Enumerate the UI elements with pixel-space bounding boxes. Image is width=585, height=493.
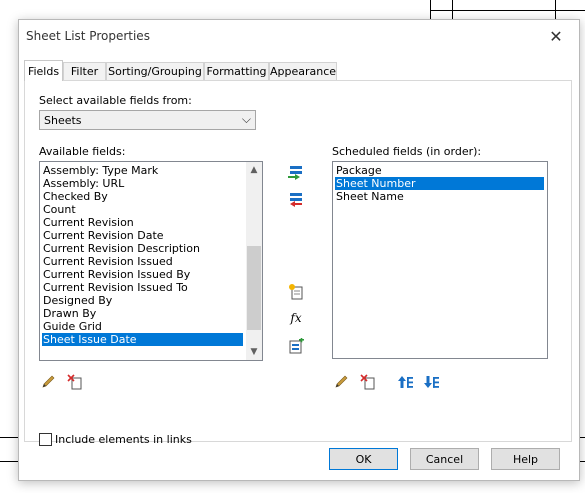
scheduled-fields-list[interactable]: Package Sheet Number Sheet Name <box>332 161 548 359</box>
tab-appearance[interactable]: Appearance <box>269 62 337 80</box>
new-parameter-icon <box>289 284 303 300</box>
calculated-value-icon: fx <box>290 311 302 325</box>
move-down-icon <box>424 376 439 388</box>
delete-parameter-button[interactable] <box>66 373 84 391</box>
fields-tab-panel: Select available fields from: Sheets ⌵ A… <box>24 80 572 446</box>
background-line <box>430 10 585 11</box>
remove-parameter-button[interactable] <box>286 191 304 209</box>
list-item[interactable]: Assembly: Type Mark <box>42 164 158 177</box>
available-fields-list[interactable]: Assembly: Type Mark Assembly: URL Checke… <box>39 161 263 361</box>
list-item[interactable]: Checked By <box>42 190 108 203</box>
list-item[interactable]: Count <box>42 203 76 216</box>
combine-parameters-icon <box>289 338 304 354</box>
calculated-value-button[interactable]: fx <box>287 309 305 327</box>
list-item[interactable]: Current Revision Issued <box>42 255 173 268</box>
sheet-list-properties-dialog: Sheet List Properties ✕ Fields Filter So… <box>18 19 580 481</box>
list-item[interactable]: Assembly: URL <box>42 177 124 190</box>
list-item[interactable]: Package <box>335 164 382 177</box>
move-up-button[interactable] <box>397 373 415 391</box>
list-item[interactable]: Guide Grid <box>42 320 102 333</box>
list-item[interactable]: Current Revision Issued To <box>42 281 188 294</box>
list-item[interactable]: Current Revision Description <box>42 242 200 255</box>
scroll-down-icon[interactable]: ▼ <box>246 344 262 360</box>
window-title: Sheet List Properties <box>26 29 150 43</box>
list-item-selected[interactable]: Sheet Number <box>335 177 544 190</box>
background-line <box>0 461 20 462</box>
edit-scheduled-parameter-button[interactable] <box>332 373 350 391</box>
tab-filter[interactable]: Filter <box>63 62 106 80</box>
cancel-button[interactable]: Cancel <box>410 448 479 470</box>
delete-parameter-icon <box>360 374 375 390</box>
combine-parameters-button[interactable] <box>287 337 305 355</box>
scroll-thumb[interactable] <box>247 246 261 330</box>
move-up-icon <box>398 376 413 388</box>
ok-button[interactable]: OK <box>329 448 398 470</box>
remove-parameter-icon <box>290 193 302 207</box>
list-item[interactable]: Designed By <box>42 294 112 307</box>
background-line <box>0 437 20 438</box>
tab-sorting-grouping[interactable]: Sorting/Grouping <box>106 62 204 80</box>
chevron-down-icon: ⌵ <box>241 112 251 126</box>
select-from-value: Sheets <box>44 114 82 127</box>
delete-scheduled-parameter-button[interactable] <box>359 373 377 391</box>
edit-parameter-icon <box>335 375 348 388</box>
title-bar: Sheet List Properties ✕ <box>19 20 579 52</box>
move-down-button[interactable] <box>423 373 441 391</box>
select-from-label: Select available fields from: <box>39 94 192 107</box>
include-links-label: Include elements in links <box>55 433 192 446</box>
new-parameter-button[interactable] <box>287 283 305 301</box>
help-button[interactable]: Help <box>491 448 560 470</box>
available-fields-scrollbar[interactable]: ▲ ▼ <box>246 162 262 360</box>
edit-parameter-button[interactable] <box>39 373 57 391</box>
list-item[interactable]: Sheet Name <box>335 190 404 203</box>
list-item-selected[interactable]: Sheet Issue Date <box>42 333 243 346</box>
close-icon: ✕ <box>549 26 563 46</box>
add-parameter-icon <box>288 166 302 180</box>
add-parameter-button[interactable] <box>286 164 304 182</box>
available-fields-label: Available fields: <box>39 145 126 158</box>
scroll-up-icon[interactable]: ▲ <box>246 162 262 178</box>
list-item[interactable]: Current Revision Issued By <box>42 268 190 281</box>
scheduled-fields-label: Scheduled fields (in order): <box>332 145 482 158</box>
include-links-checkbox[interactable] <box>39 433 52 446</box>
list-item[interactable]: Current Revision Date <box>42 229 164 242</box>
list-item[interactable]: Drawn By <box>42 307 96 320</box>
edit-parameter-icon <box>42 375 55 388</box>
tab-formatting[interactable]: Formatting <box>204 62 269 80</box>
delete-parameter-icon <box>67 374 82 390</box>
tab-fields[interactable]: Fields <box>24 60 63 81</box>
list-item[interactable]: Current Revision <box>42 216 134 229</box>
close-button[interactable]: ✕ <box>543 24 569 48</box>
select-from-dropdown[interactable]: Sheets ⌵ <box>39 110 256 130</box>
